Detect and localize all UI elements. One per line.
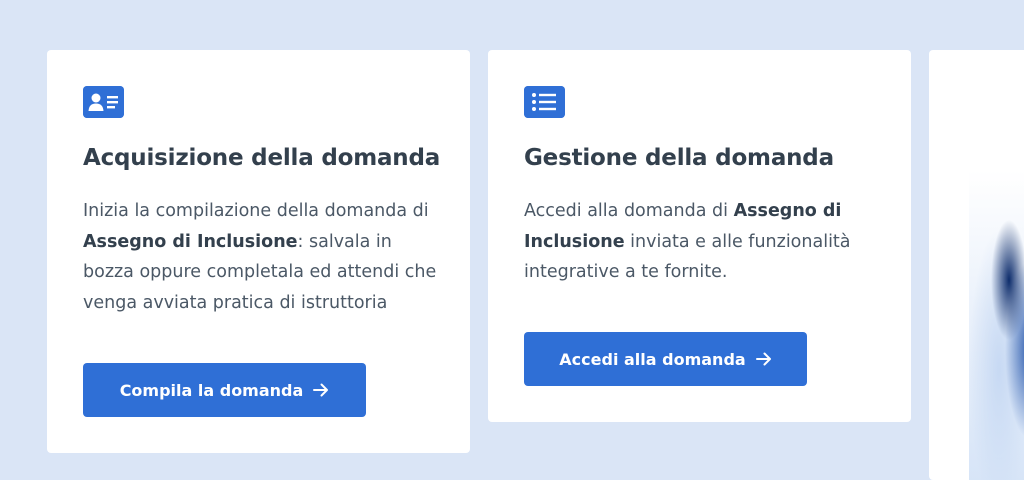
button-label: Accedi alla domanda <box>559 349 746 369</box>
description-bold: Assegno di Inclusione <box>83 231 298 252</box>
card-description: Accedi alla domanda di Assegno di Inclus… <box>524 196 884 288</box>
description-text: Accedi alla domanda di <box>524 201 734 221</box>
gestione-card: Gestione della domanda Accedi alla doman… <box>488 50 911 422</box>
description-text: Inizia la compilazione della domanda di <box>83 201 429 221</box>
button-label: Compila la domanda <box>119 380 304 400</box>
compila-domanda-button[interactable]: Compila la domanda <box>83 363 366 417</box>
arrow-right-icon <box>313 383 329 397</box>
partial-card <box>929 50 1024 480</box>
accedi-domanda-button[interactable]: Accedi alla domanda <box>524 332 807 386</box>
decorative-image <box>969 170 1024 480</box>
acquisizione-card: Acquisizione della domanda Inizia la com… <box>47 50 470 453</box>
card-description: Inizia la compilazione della domanda di … <box>83 196 443 318</box>
list-icon <box>524 86 565 118</box>
card-title: Gestione della domanda <box>524 145 834 171</box>
card-title: Acquisizione della domanda <box>83 145 441 171</box>
id-card-icon <box>83 86 124 118</box>
arrow-right-icon <box>755 352 771 366</box>
